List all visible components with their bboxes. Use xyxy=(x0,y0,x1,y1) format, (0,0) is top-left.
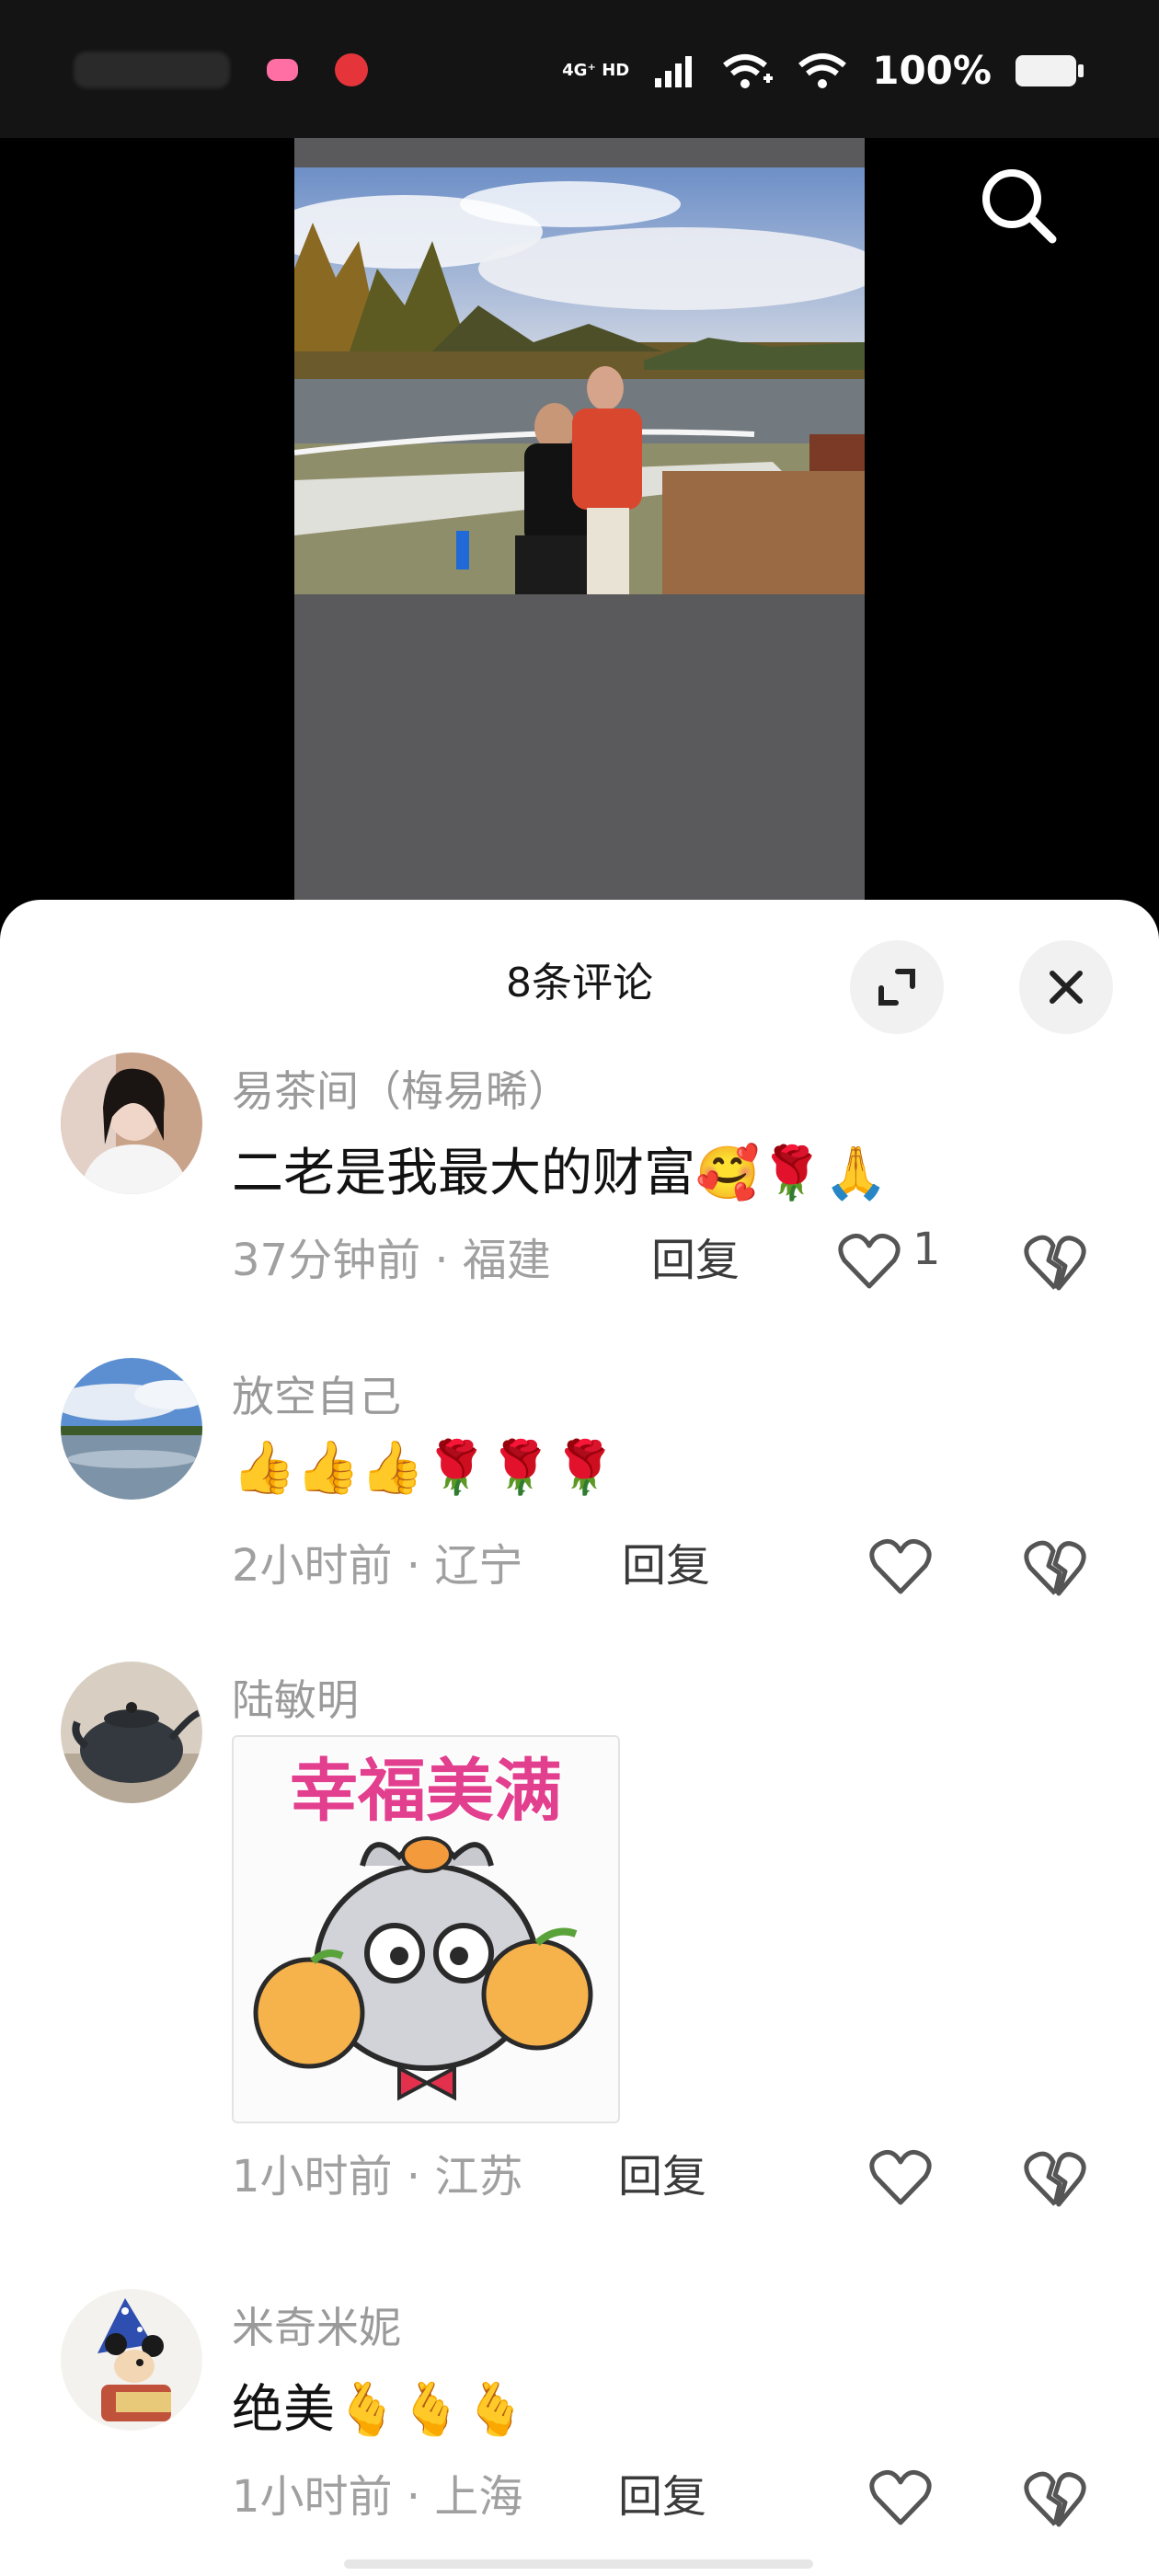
avatar[interactable] xyxy=(61,1662,202,1803)
video-thumbnail-image xyxy=(294,167,865,594)
search-button[interactable] xyxy=(977,164,1060,247)
status-bar-notifications xyxy=(74,52,368,88)
expand-button[interactable] xyxy=(850,940,944,1034)
heart-icon[interactable] xyxy=(868,2149,933,2206)
wifi-icon xyxy=(798,52,847,88)
recording-indicator-icon xyxy=(335,53,368,86)
status-bar: 4G⁺ HD 100% xyxy=(0,0,1159,138)
comments-sheet: 8条评论 易茶间（梅易晞） 二老是我最大的财富🥰🌹🙏 37分钟前 · 福建 回复 xyxy=(0,900,1159,2576)
wifi-plus-icon xyxy=(723,53,774,88)
commenter-name[interactable]: 米奇米妮 xyxy=(232,2294,401,2355)
reply-button[interactable]: 回复 xyxy=(622,1529,710,1593)
avatar[interactable] xyxy=(61,1052,202,1194)
broken-heart-icon[interactable] xyxy=(1023,2149,1087,2208)
expand-icon xyxy=(878,969,915,1006)
comment-item: 陆敏明 幸福美满 1小时前 · 江苏 回复 xyxy=(0,1662,1159,2207)
avatar[interactable] xyxy=(61,2289,202,2431)
commenter-name[interactable]: 放空自己 xyxy=(232,1363,401,1424)
commenter-name[interactable]: 易茶间（梅易晞） xyxy=(232,1058,570,1119)
sticker-text: 幸福美满 xyxy=(290,1752,562,1831)
reply-button[interactable]: 回复 xyxy=(618,2140,706,2204)
close-icon xyxy=(1050,971,1083,1004)
carrier-label xyxy=(74,52,230,88)
reply-button[interactable]: 回复 xyxy=(651,1224,740,1288)
heart-icon[interactable] xyxy=(837,1233,901,1290)
close-button[interactable] xyxy=(1019,940,1113,1034)
app-notification-icon xyxy=(267,59,298,81)
comment-time-location: 1小时前 · 上海 xyxy=(232,2471,523,2523)
comment-item: 易茶间（梅易晞） 二老是我最大的财富🥰🌹🙏 37分钟前 · 福建 回复 1 xyxy=(0,1052,1159,1338)
comment-text: 绝美🫰🫰🫰 xyxy=(232,2368,527,2443)
avatar[interactable] xyxy=(61,1358,202,1500)
sticker-image[interactable]: 幸福美满 xyxy=(232,1735,620,2123)
comment-item: 放空自己 👍👍👍🌹🌹🌹 2小时前 · 辽宁 回复 xyxy=(0,1358,1159,1634)
search-icon xyxy=(982,169,1057,244)
heart-icon[interactable] xyxy=(868,2469,933,2526)
comment-emojis: 🫰🫰🫰 xyxy=(335,2380,528,2440)
comments-count-title: 8条评论 xyxy=(506,960,653,1006)
reply-button[interactable]: 回复 xyxy=(618,2460,706,2524)
broken-heart-icon[interactable] xyxy=(1023,1233,1087,1292)
comment-item: 米奇米妮 绝美🫰🫰🫰 1小时前 · 上海 回复 xyxy=(0,2289,1159,2565)
comment-emojis: 👍👍👍🌹🌹🌹 xyxy=(232,1438,617,1498)
battery-icon xyxy=(1016,54,1084,86)
cellular-signal-icon xyxy=(655,55,693,87)
commenter-name[interactable]: 陆敏明 xyxy=(232,1667,359,1728)
like-count: 1 xyxy=(912,1224,941,1275)
comment-time-location: 1小时前 · 江苏 xyxy=(232,2151,523,2202)
comment-emojis: 🥰🌹🙏 xyxy=(695,1144,889,1203)
broken-heart-icon[interactable] xyxy=(1023,1538,1087,1597)
battery-percentage: 100% xyxy=(872,48,992,93)
home-indicator[interactable] xyxy=(344,2559,813,2569)
comment-time-location: 2小时前 · 辽宁 xyxy=(232,1540,523,1592)
comment-time-location: 37分钟前 · 福建 xyxy=(232,1235,551,1286)
broken-heart-icon[interactable] xyxy=(1023,2469,1087,2528)
heart-icon[interactable] xyxy=(868,1538,933,1595)
comment-text: 二老是我最大的财富🥰🌹🙏 xyxy=(232,1132,888,1206)
comment-body: 二老是我最大的财富 xyxy=(232,1144,695,1203)
network-type-label: 4G⁺ HD xyxy=(562,60,630,80)
comment-body: 绝美 xyxy=(232,2380,335,2440)
comment-text: 👍👍👍🌹🌹🌹 xyxy=(232,1437,616,1498)
